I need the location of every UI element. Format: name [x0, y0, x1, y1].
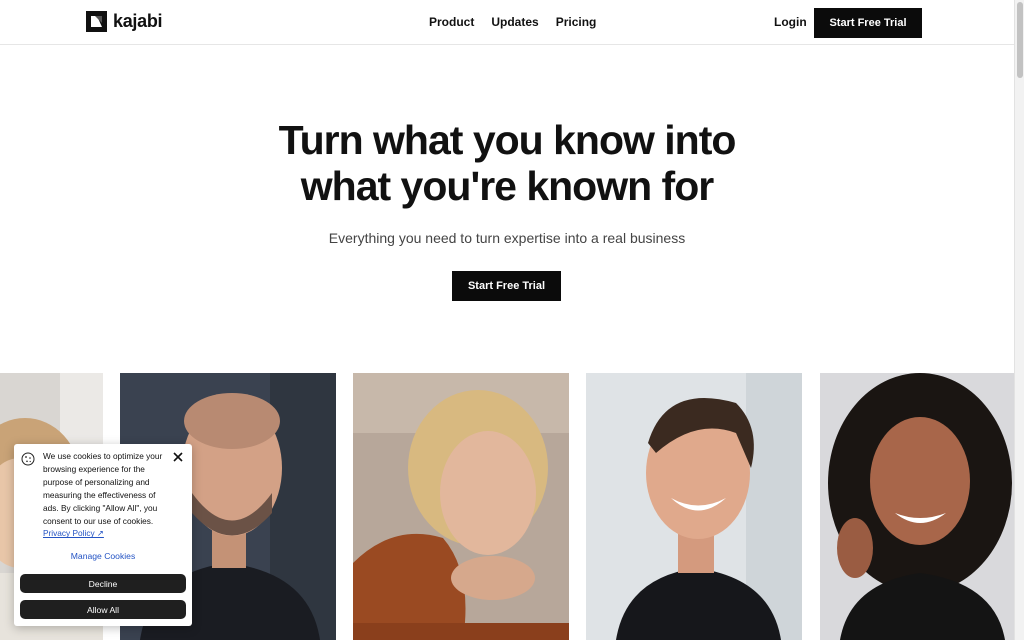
- logo-text: kajabi: [113, 11, 163, 31]
- cookie-message: We use cookies to optimize your browsing…: [43, 451, 163, 526]
- privacy-policy-link[interactable]: Privacy Policy ↗: [43, 527, 104, 540]
- creator-photo-4: [586, 373, 802, 640]
- login-link[interactable]: Login: [774, 15, 807, 29]
- cookie-banner: We use cookies to optimize your browsing…: [14, 444, 192, 626]
- hero-subtitle: Everything you need to turn expertise in…: [328, 230, 686, 246]
- creator-photo-5: [820, 373, 1014, 640]
- manage-cookies-link[interactable]: Manage Cookies: [14, 551, 192, 561]
- nav-pricing[interactable]: Pricing: [556, 15, 597, 29]
- hero-title-line-1: Turn what you know into: [278, 117, 737, 163]
- page-scrollbar[interactable]: [1014, 0, 1024, 640]
- nav-updates[interactable]: Updates: [491, 15, 538, 29]
- cookie-message-block: We use cookies to optimize your browsing…: [43, 450, 171, 540]
- creator-photo-3: [353, 373, 569, 640]
- scrollbar-thumb[interactable]: [1017, 2, 1023, 78]
- allow-all-button[interactable]: Allow All: [20, 600, 186, 619]
- close-icon[interactable]: [171, 450, 185, 464]
- kajabi-logo-icon: [86, 11, 107, 32]
- site-header: kajabi Product Updates Pricing Login Sta…: [0, 0, 1014, 45]
- nav-product[interactable]: Product: [429, 15, 474, 29]
- hero-title: Turn what you know into what you're know…: [0, 117, 1014, 209]
- logo-link[interactable]: kajabi: [86, 11, 163, 32]
- hero-start-trial-button[interactable]: Start Free Trial: [452, 271, 561, 301]
- header-start-trial-button[interactable]: Start Free Trial: [814, 8, 922, 38]
- main-nav: Product Updates Pricing: [429, 15, 596, 29]
- hero-title-line-2: what you're known for: [300, 163, 714, 209]
- decline-button[interactable]: Decline: [20, 574, 186, 593]
- page: kajabi Product Updates Pricing Login Sta…: [0, 0, 1024, 640]
- cookie-icon: [21, 452, 35, 466]
